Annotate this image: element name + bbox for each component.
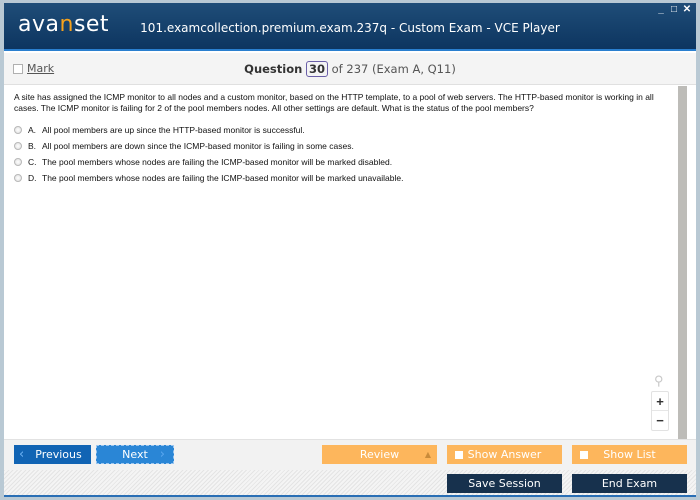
radio-icon[interactable] — [14, 174, 22, 182]
next-button[interactable]: Next › — [96, 445, 174, 464]
answer-text: All pool members are down since the ICMP… — [42, 141, 354, 151]
navigation-bar: ‹ Previous Next › Review ▲ Show Answer S… — [4, 439, 696, 470]
checkbox-icon — [455, 450, 463, 459]
question-total: of 237 (Exam A, Q11) — [331, 62, 456, 76]
vertical-scrollbar[interactable] — [678, 86, 687, 439]
save-session-button[interactable]: Save Session — [447, 474, 562, 493]
radio-icon[interactable] — [14, 142, 22, 150]
review-label: Review — [359, 448, 400, 461]
show-list-button[interactable]: Show List — [572, 445, 687, 464]
checkbox-icon — [580, 450, 588, 459]
answer-option-c[interactable]: C. The pool members whose nodes are fail… — [14, 154, 668, 170]
chevron-left-icon: ‹ — [19, 447, 25, 462]
answer-text: The pool members whose nodes are failing… — [42, 157, 393, 167]
answer-option-a[interactable]: A. All pool members are up since the HTT… — [14, 122, 668, 138]
answer-letter: B. — [28, 141, 37, 151]
zoom-in-button[interactable]: + — [652, 392, 668, 411]
answer-text: All pool members are up since the HTTP-b… — [42, 125, 305, 135]
title-bar: avanset 101.examcollection.premium.exam.… — [4, 3, 696, 51]
answer-letter: A. — [28, 125, 37, 135]
minimize-button[interactable]: _ — [656, 5, 666, 15]
maximize-button[interactable]: □ — [669, 5, 679, 15]
show-answer-button[interactable]: Show Answer — [447, 445, 562, 464]
answer-option-d[interactable]: D. The pool members whose nodes are fail… — [14, 170, 668, 186]
magnifier-icon: ⚲ — [654, 373, 664, 388]
answer-letter: D. — [28, 173, 37, 183]
next-label: Next — [122, 448, 148, 461]
window-title: 101.examcollection.premium.exam.237q - C… — [140, 21, 560, 35]
answer-option-b[interactable]: B. All pool members are down since the I… — [14, 138, 668, 154]
radio-icon[interactable] — [14, 158, 22, 166]
previous-button[interactable]: ‹ Previous — [14, 445, 91, 464]
chevron-right-icon: › — [159, 447, 165, 462]
question-text: A site has assigned the ICMP monitor to … — [14, 92, 654, 113]
answer-text: The pool members whose nodes are failing… — [42, 173, 404, 183]
question-bar: Mark Question 30 of 237 (Exam A, Q11) — [4, 53, 696, 85]
end-exam-button[interactable]: End Exam — [572, 474, 687, 493]
answer-list: A. All pool members are up since the HTT… — [14, 122, 668, 186]
vce-player-window: avanset 101.examcollection.premium.exam.… — [4, 3, 696, 497]
question-counter: Question 30 of 237 (Exam A, Q11) — [4, 61, 696, 77]
window-controls: _ □ ✕ — [656, 5, 692, 15]
question-number-input[interactable]: 30 — [305, 61, 328, 77]
answer-letter: C. — [28, 157, 37, 167]
radio-icon[interactable] — [14, 126, 22, 134]
previous-label: Previous — [35, 448, 82, 461]
close-button[interactable]: ✕ — [682, 5, 692, 15]
triangle-up-icon: ▲ — [424, 450, 431, 459]
show-answer-label: Show Answer — [467, 448, 542, 461]
show-list-label: Show List — [603, 448, 656, 461]
question-label: Question — [244, 62, 303, 76]
question-content: A site has assigned the ICMP monitor to … — [4, 86, 678, 439]
review-button[interactable]: Review ▲ — [322, 445, 437, 464]
zoom-panel: + − — [651, 391, 669, 431]
bottom-bar: Save Session End Exam — [4, 470, 696, 497]
zoom-out-button[interactable]: − — [652, 411, 668, 430]
